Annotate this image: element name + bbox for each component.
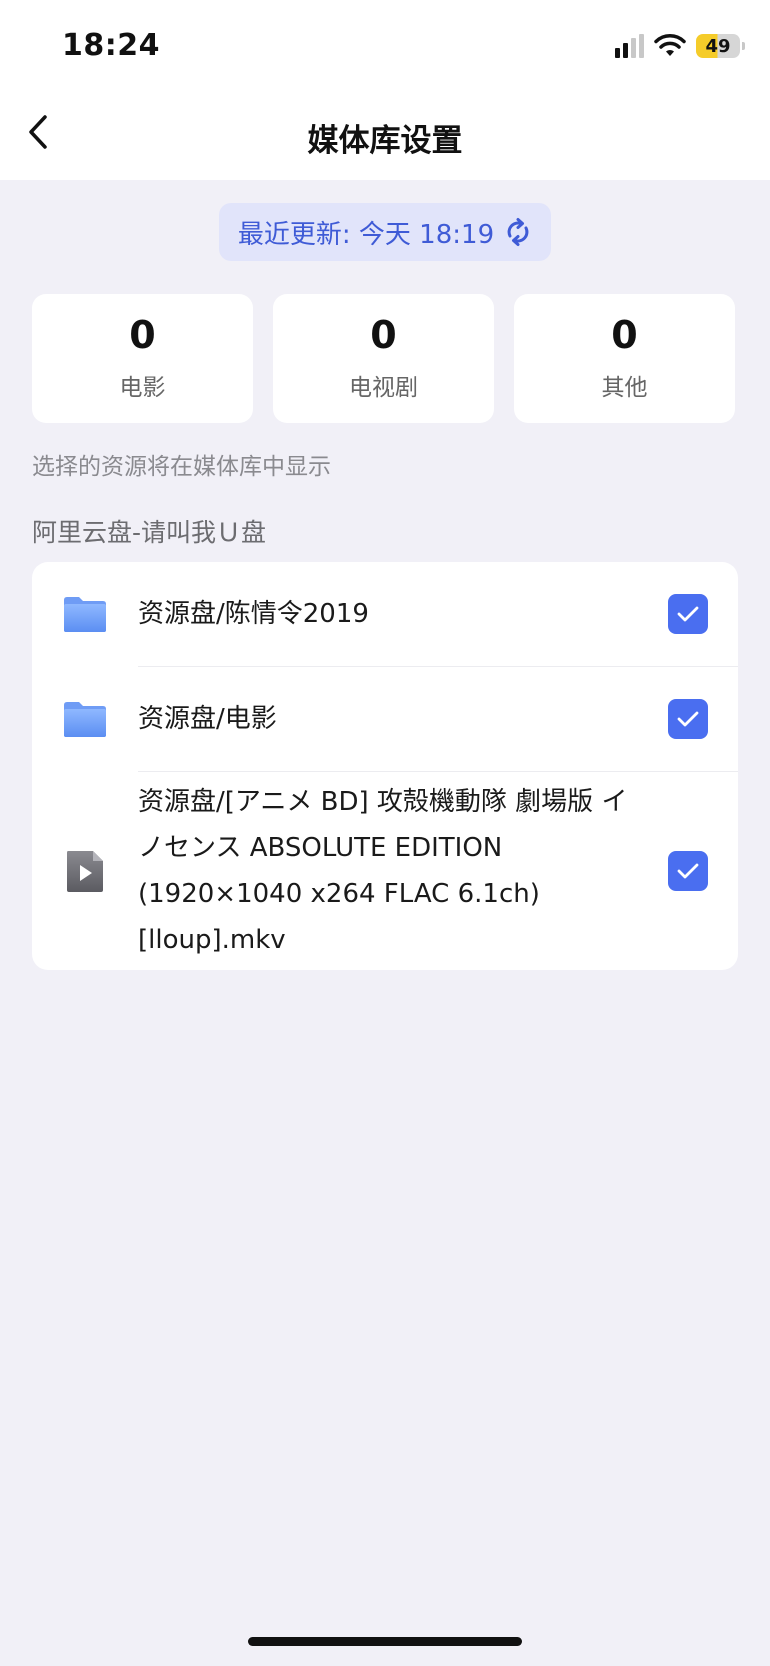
stats-row: 0 电影 0 电视剧 0 其他 xyxy=(32,294,735,423)
home-indicator xyxy=(248,1637,522,1646)
cellular-signal-icon xyxy=(615,34,644,58)
selection-hint: 选择的资源将在媒体库中显示 xyxy=(32,454,331,480)
battery-level: 49 xyxy=(705,35,731,57)
battery-icon: 49 xyxy=(696,34,745,58)
status-icons: 49 xyxy=(615,34,745,58)
thumb xyxy=(32,594,138,634)
stat-label: 电视剧 xyxy=(349,374,418,401)
stat-count: 0 xyxy=(129,312,156,357)
folder-icon xyxy=(64,702,106,737)
checkbox-checked[interactable] xyxy=(668,699,708,739)
list-item[interactable]: 资源盘/[アニメ BD] 攻殻機動隊 劇場版 イノセンス ABSOLUTE ED… xyxy=(32,772,738,970)
folder-icon xyxy=(64,597,106,632)
resource-list: 资源盘/陈情令2019 资源盘/电影 资源盘/[アニメ BD] 攻殻機動隊 劇場… xyxy=(32,562,738,970)
stat-label: 电影 xyxy=(119,374,166,401)
status-time: 18:24 xyxy=(62,28,160,63)
stat-count: 0 xyxy=(611,312,638,357)
page-title: 媒体库设置 xyxy=(307,123,463,159)
stat-card-movies[interactable]: 0 电影 xyxy=(32,294,253,423)
item-path: 资源盘/电影 xyxy=(138,704,277,734)
thumb xyxy=(32,699,138,739)
refresh-icon xyxy=(507,218,529,246)
top-bar: 18:24 49 媒体库设置 xyxy=(0,0,770,180)
check-icon xyxy=(677,863,699,879)
checkbox-checked[interactable] xyxy=(668,594,708,634)
stat-count: 0 xyxy=(370,312,397,357)
stat-card-other[interactable]: 0 其他 xyxy=(514,294,735,423)
check-icon xyxy=(677,606,699,622)
check-icon xyxy=(677,711,699,727)
item-path: 资源盘/陈情令2019 xyxy=(138,599,369,629)
list-item[interactable]: 资源盘/电影 xyxy=(32,667,738,771)
checkbox-checked[interactable] xyxy=(668,851,708,891)
thumb xyxy=(32,849,138,893)
item-path: 资源盘/[アニメ BD] 攻殻機動隊 劇場版 イノセンス ABSOLUTE ED… xyxy=(138,787,628,955)
stat-label: 其他 xyxy=(601,374,648,401)
source-name: 阿里云盘-请叫我Ｕ盘 xyxy=(32,518,267,547)
last-update-pill[interactable]: 最近更新: 今天 18:19 xyxy=(219,203,551,261)
list-item[interactable]: 资源盘/陈情令2019 xyxy=(32,562,738,666)
wifi-icon xyxy=(654,34,686,56)
last-update-text: 最近更新: 今天 18:19 xyxy=(237,219,495,250)
video-file-icon xyxy=(67,851,103,892)
stat-card-tv[interactable]: 0 电视剧 xyxy=(273,294,494,423)
